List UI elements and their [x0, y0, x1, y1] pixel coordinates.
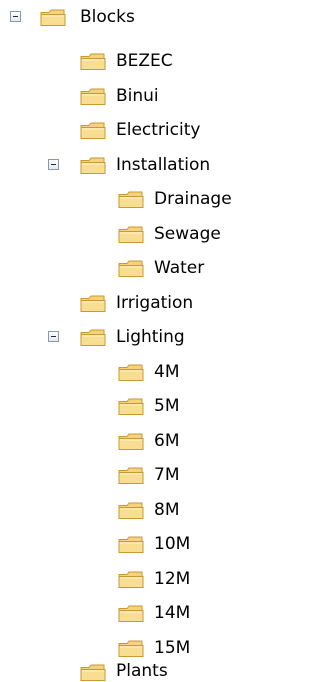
tree-node-irrigation[interactable]: Irrigation [0, 286, 244, 320]
node-label[interactable]: Installation [116, 148, 210, 182]
node-label[interactable]: Lighting [116, 320, 185, 354]
tree-node-10m[interactable]: 10M [0, 527, 244, 561]
tree-node-lighting[interactable]: Lighting [0, 320, 244, 354]
node-label[interactable]: Blocks [80, 0, 135, 34]
node-label[interactable]: Drainage [154, 182, 232, 216]
tree-node-sewage[interactable]: Sewage [0, 217, 244, 251]
folder-icon [80, 121, 106, 140]
folder-icon [118, 190, 144, 209]
node-label[interactable]: 14M [154, 596, 190, 630]
node-label[interactable]: 12M [154, 562, 190, 596]
folder-icon [80, 294, 106, 313]
node-label[interactable]: BEZEC [116, 44, 173, 78]
folder-icon [118, 432, 144, 451]
folder-icon [80, 87, 106, 106]
tree-node-bezec[interactable]: BEZEC [0, 44, 244, 78]
collapse-icon[interactable] [10, 11, 21, 22]
folder-icon [80, 156, 106, 175]
node-label[interactable]: 6M [154, 424, 179, 458]
folder-icon [118, 604, 144, 623]
node-label[interactable]: 7M [154, 458, 179, 492]
tree-node-blocks[interactable]: Blocks [0, 0, 244, 34]
folder-icon [80, 663, 106, 682]
tree-node-12m[interactable]: 12M [0, 562, 244, 596]
tree-node-electricity[interactable]: Electricity [0, 113, 244, 147]
folder-icon [118, 397, 144, 416]
node-label[interactable]: Plants [116, 660, 168, 682]
folder-icon [118, 466, 144, 485]
folder-icon [118, 501, 144, 520]
tree-node-8m[interactable]: 8M [0, 493, 244, 527]
node-label[interactable]: Sewage [154, 217, 221, 251]
node-label[interactable]: 8M [154, 493, 179, 527]
tree-node-water[interactable]: Water [0, 251, 244, 285]
tree-node-plants[interactable]: Plants [0, 660, 244, 682]
tree-node-drainage[interactable]: Drainage [0, 182, 244, 216]
node-label[interactable]: Irrigation [116, 286, 193, 320]
folder-icon [118, 259, 144, 278]
tree-node-14m[interactable]: 14M [0, 596, 244, 630]
folder-tree: Blocks BEZEC Binui Electricity Installat… [0, 0, 244, 682]
node-label[interactable]: Binui [116, 79, 159, 113]
tree-node-6m[interactable]: 6M [0, 424, 244, 458]
tree-node-4m[interactable]: 4M [0, 355, 244, 389]
tree-node-binui[interactable]: Binui [0, 79, 244, 113]
collapse-icon[interactable] [48, 159, 59, 170]
node-label[interactable]: 5M [154, 389, 179, 423]
tree-node-5m[interactable]: 5M [0, 389, 244, 423]
node-label[interactable]: Water [154, 251, 204, 285]
node-label[interactable]: 4M [154, 355, 179, 389]
node-label[interactable]: Electricity [116, 113, 200, 147]
node-label[interactable]: 10M [154, 527, 190, 561]
folder-icon [80, 52, 106, 71]
folder-icon [118, 535, 144, 554]
folder-icon [118, 570, 144, 589]
folder-icon [118, 225, 144, 244]
tree-node-7m[interactable]: 7M [0, 458, 244, 492]
folder-icon [40, 8, 66, 27]
tree-node-installation[interactable]: Installation [0, 148, 244, 182]
collapse-icon[interactable] [48, 331, 59, 342]
folder-icon [118, 363, 144, 382]
folder-icon [118, 639, 144, 658]
folder-icon [80, 328, 106, 347]
